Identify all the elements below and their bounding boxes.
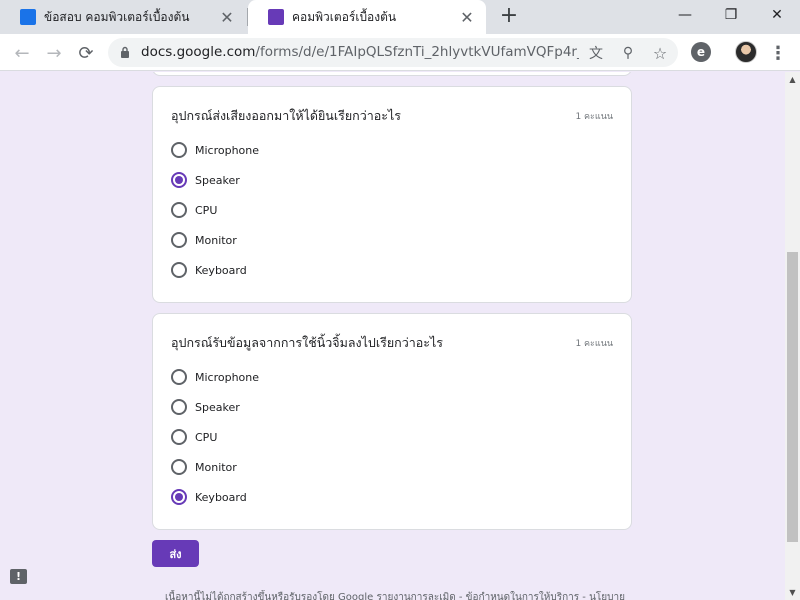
extension-icon[interactable]: e [691, 42, 711, 62]
radio-button[interactable] [171, 429, 187, 445]
tab-title: คอมพิวเตอร์เบื้องต้น [292, 9, 397, 24]
option-label: Monitor [195, 233, 237, 247]
option-label: Speaker [195, 173, 240, 187]
submit-button[interactable]: ส่ง [152, 540, 199, 567]
lock-icon[interactable] [120, 46, 130, 58]
option-cpu[interactable]: CPU [171, 200, 217, 220]
radio-button[interactable] [171, 369, 187, 385]
bookmark-star-icon[interactable]: ☆ [650, 43, 670, 63]
tab-strip: ข้อสอบ คอมพิวเตอร์เบื้องต้น ✕ คอมพิวเตอร… [0, 0, 800, 34]
option-label: Keyboard [195, 263, 247, 277]
url-path: /forms/d/e/1FAIpQLSfznTi_2hlyvtkVUfamVQF… [255, 44, 579, 60]
option-microphone[interactable]: Microphone [171, 140, 259, 160]
radio-button[interactable] [171, 232, 187, 248]
url-host: docs.google.com [141, 44, 256, 60]
browser-toolbar: ← → ⟳ docs.google.com/forms/d/e/1FAIpQLS… [0, 34, 800, 71]
question-title: อุปกรณ์ส่งเสียงออกมาให้ได้ยินเรียกว่าอะไ… [171, 108, 401, 123]
page-viewport: อุปกรณ์ส่งเสียงออกมาให้ได้ยินเรียกว่าอะไ… [0, 72, 785, 600]
option-keyboard[interactable]: Keyboard [171, 260, 247, 280]
question-card-1: อุปกรณ์ส่งเสียงออกมาให้ได้ยินเรียกว่าอะไ… [152, 86, 632, 303]
footer-disclaimer: เนื้อหานี้ไม่ได้ถูกสร้างขึ้นหรือรับรองโด… [165, 592, 625, 600]
previous-question-card [152, 72, 632, 76]
option-label: CPU [195, 203, 218, 217]
scroll-up-arrow-icon[interactable]: ▲ [785, 72, 800, 87]
question-points: 1 คะแนน [575, 112, 613, 122]
translate-icon[interactable]: 文 [586, 43, 606, 63]
radio-button-selected[interactable] [171, 172, 187, 188]
window-close-button[interactable]: ✕ [754, 0, 800, 30]
radio-button[interactable] [171, 459, 187, 475]
option-monitor[interactable]: Monitor [171, 457, 237, 477]
option-label: Monitor [195, 460, 237, 474]
page-scrollbar[interactable]: ▲ ▼ [785, 72, 800, 600]
tab-form-active[interactable]: คอมพิวเตอร์เบื้องต้น ✕ [248, 0, 486, 34]
radio-button[interactable] [171, 202, 187, 218]
minimize-button[interactable]: — [662, 0, 708, 30]
new-tab-button[interactable]: + [498, 5, 520, 28]
back-button[interactable]: ← [9, 40, 35, 66]
radio-button[interactable] [171, 142, 187, 158]
address-bar[interactable]: docs.google.com/forms/d/e/1FAIpQLSfznTi_… [108, 38, 678, 67]
url-text[interactable]: docs.google.com/forms/d/e/1FAIpQLSfznTi_… [141, 44, 579, 60]
scroll-down-arrow-icon[interactable]: ▼ [785, 585, 800, 600]
feedback-icon[interactable]: ! [10, 569, 27, 584]
close-tab-icon[interactable]: ✕ [458, 8, 476, 27]
option-cpu[interactable]: CPU [171, 427, 217, 447]
tab-title: ข้อสอบ คอมพิวเตอร์เบื้องต้น [44, 9, 190, 24]
tab-exam[interactable]: ข้อสอบ คอมพิวเตอร์เบื้องต้น ✕ [0, 0, 246, 34]
more-menu-icon[interactable]: ⋮ [768, 40, 788, 66]
question-title: อุปกรณ์รับข้อมูลจากการใช้นิ้วจิ้มลงไปเรี… [171, 335, 443, 350]
zoom-icon[interactable]: ⚲ [618, 43, 638, 63]
forward-button[interactable]: → [41, 40, 67, 66]
radio-button[interactable] [171, 399, 187, 415]
option-label: Microphone [195, 143, 260, 157]
radio-button-selected[interactable] [171, 489, 187, 505]
option-label: Keyboard [195, 490, 247, 504]
option-microphone[interactable]: Microphone [171, 367, 259, 387]
option-speaker[interactable]: Speaker [171, 397, 240, 417]
radio-button[interactable] [171, 262, 187, 278]
option-keyboard[interactable]: Keyboard [171, 487, 247, 507]
option-label: Microphone [195, 370, 260, 384]
reload-button[interactable]: ⟳ [73, 40, 99, 66]
question-card-2: อุปกรณ์รับข้อมูลจากการใช้นิ้วจิ้มลงไปเรี… [152, 313, 632, 530]
scrollbar-thumb[interactable] [787, 252, 798, 542]
classroom-icon [20, 9, 36, 25]
close-tab-icon[interactable]: ✕ [218, 8, 236, 27]
forms-icon [268, 9, 284, 25]
option-label: CPU [195, 430, 218, 444]
question-points: 1 คะแนน [575, 339, 613, 349]
option-speaker[interactable]: Speaker [171, 170, 240, 190]
option-monitor[interactable]: Monitor [171, 230, 237, 250]
maximize-button[interactable]: ❐ [708, 0, 754, 30]
avatar[interactable] [735, 41, 757, 63]
option-label: Speaker [195, 400, 240, 414]
